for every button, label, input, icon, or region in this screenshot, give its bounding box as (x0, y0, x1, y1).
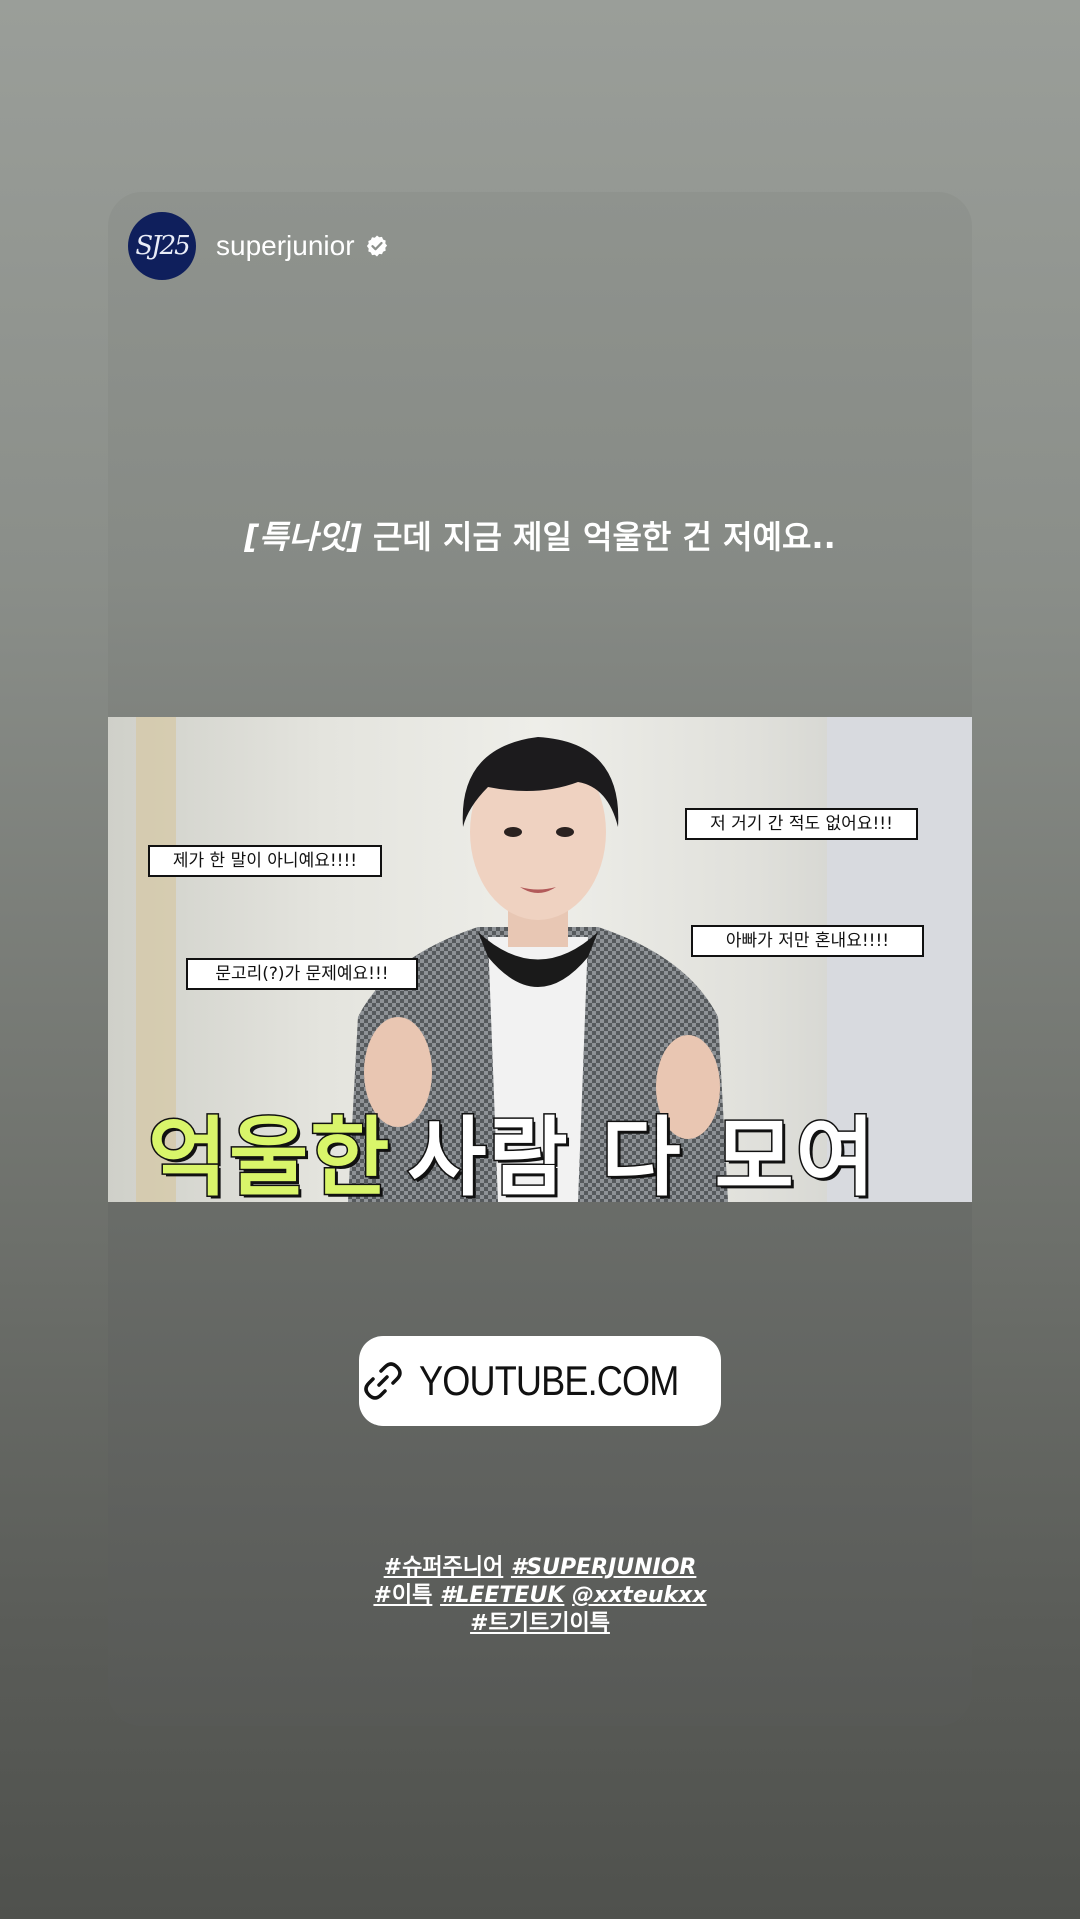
hashtag-line-2: #이특 #LEETEUK @xxteukxx (108, 1582, 972, 1610)
video-thumbnail[interactable]: 제가 한 말이 아니예요!!!! 문고리(?)가 문제예요!!! 저 거기 간 … (108, 717, 972, 1202)
speech-bubble-3: 저 거기 간 적도 없어요!!! (685, 808, 918, 840)
story-card: SJ25 superjunior [특나잇] 근데 지금 제일 억울한 건 저예… (108, 192, 972, 1726)
speech-bubble-1: 제가 한 말이 아니예요!!!! (148, 845, 382, 877)
speech-bubble-4: 아빠가 저만 혼내요!!!! (691, 925, 924, 957)
caption-bracket: [특나잇] (244, 518, 362, 556)
hashtag-teugi[interactable]: #트기트기이특 (470, 1611, 610, 1636)
avatar[interactable]: SJ25 (128, 212, 196, 280)
verified-badge-icon (366, 235, 387, 257)
hashtag-block: #슈퍼주니어 #SUPERJUNIOR #이특 #LEETEUK @xxteuk… (108, 1554, 972, 1638)
hashtag-superjunior[interactable]: #SUPERJUNIOR (511, 1555, 696, 1580)
link-label: YOUTUBE.COM (419, 1357, 679, 1404)
link-icon (364, 1362, 402, 1400)
thumbnail-headline: 억울한 사람 다 모여 (146, 1087, 877, 1203)
hashtag-leeteuk-kr[interactable]: #이특 (373, 1583, 432, 1608)
post-caption[interactable]: [특나잇] 근데 지금 제일 억울한 건 저예요.. (108, 512, 972, 558)
headline-highlight: 억울한 (146, 1107, 392, 1203)
speech-bubble-2: 문고리(?)가 문제예요!!! (186, 958, 418, 990)
headline-rest: 사람 다 모여 (406, 1107, 877, 1203)
caption-text: 근데 지금 제일 억울한 건 저예요.. (361, 518, 836, 556)
link-sticker[interactable]: YOUTUBE.COM (359, 1336, 721, 1426)
username[interactable]: superjunior (216, 230, 355, 262)
hashtag-line-1: #슈퍼주니어 #SUPERJUNIOR (108, 1554, 972, 1582)
hashtag-leeteuk[interactable]: #LEETEUK (440, 1583, 564, 1608)
story-header[interactable]: SJ25 superjunior (128, 212, 389, 280)
hashtag-superjunior-kr[interactable]: #슈퍼주니어 (384, 1555, 504, 1580)
mention-xxteukxx[interactable]: @xxteukxx (572, 1583, 707, 1608)
hashtag-line-3: #트기트기이특 (108, 1610, 972, 1638)
